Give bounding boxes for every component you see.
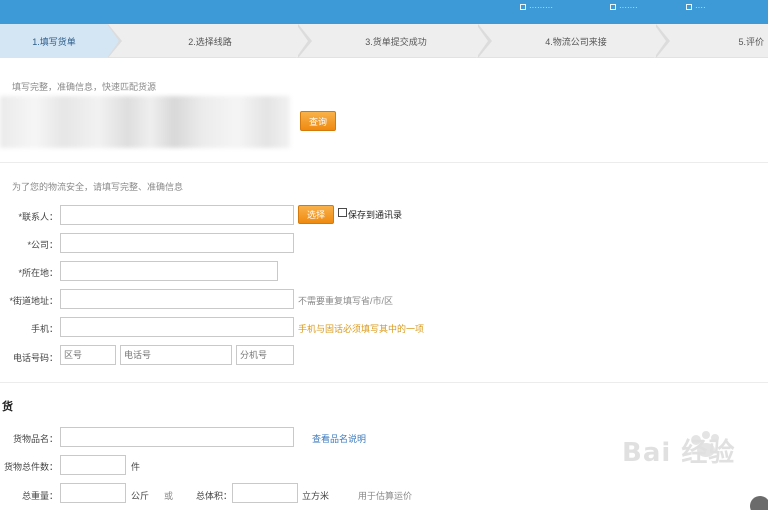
save-contact-label: 保存到通讯录 [348,210,403,220]
company-input[interactable] [60,233,294,253]
query-button[interactable]: 查询 [300,111,336,131]
top-bar: ········· ······· ···· [0,0,768,24]
phone-area-input[interactable] [60,345,116,365]
cargo-count-unit: 件 [131,462,141,472]
cargo-name-label: 货物品名： [12,434,58,444]
or-text: 或 [164,491,174,501]
mobile-label: 手机： [30,324,58,334]
cargo-volume-input[interactable] [232,483,298,503]
cargo-weight-label: 总重量： [21,491,58,501]
contact-hint: 为了您的物流安全，请填写完整、准确信息 [12,182,184,192]
mobile-note: 手机与固话必须填写其中的一项 [298,324,425,334]
phone-label: 电话号码： [12,353,58,363]
step-5: 5.评价 [738,36,764,47]
cargo-name-input[interactable] [60,427,294,447]
contact-person-label: *联系人： [18,212,58,222]
blurred-content [0,96,290,148]
cargo-weight-input[interactable] [60,483,126,503]
topbar-cart-link[interactable]: ······· [610,2,638,12]
cart-icon [610,4,616,10]
step-3: 3.货单提交成功 [365,36,427,47]
user-icon [520,4,526,10]
select-contact-button[interactable]: 选择 [298,205,334,224]
address-note: 不需要重复填写省/市/区 [298,296,394,306]
quick-hint: 填写完整，准确信息，快速匹配货源 [12,82,157,92]
step-1: 1.填写货单 [0,24,108,58]
location-input[interactable] [60,261,278,281]
phone-number-input[interactable] [120,345,232,365]
topbar-user-link[interactable]: ········· [520,2,553,12]
phone-ext-input[interactable] [236,345,294,365]
contact-person-input[interactable] [60,205,294,225]
help-icon [686,4,692,10]
cargo-weight-unit: 公斤 [131,491,150,501]
mobile-input[interactable] [60,317,294,337]
step-progress-bar: 1.填写货单 2.选择线路 3.货单提交成功 4.物流公司来接 5.评价 [0,24,768,58]
baidu-watermark-logo: Bai 经验 [622,424,768,470]
topbar-help-link[interactable]: ···· [686,2,706,12]
address-label: *街道地址： [9,296,58,306]
cargo-name-help-link[interactable]: 查看品名说明 [312,432,366,445]
location-label: *所在地： [18,268,58,278]
step-4: 4.物流公司来接 [545,36,607,47]
company-label: *公司： [27,240,58,250]
cargo-volume-unit: 立方米 [302,491,330,501]
cargo-count-label: 货物总件数： [3,462,58,472]
cargo-volume-note: 用于估算运价 [358,491,413,501]
save-contact-checkbox[interactable] [338,208,347,217]
cargo-volume-label: 总体积： [195,491,232,501]
cargo-count-input[interactable] [60,455,126,475]
address-input[interactable] [60,289,294,309]
cargo-section-title: 货 [2,401,13,413]
scroll-top-icon[interactable] [750,496,768,510]
step-2: 2.选择线路 [188,36,232,47]
